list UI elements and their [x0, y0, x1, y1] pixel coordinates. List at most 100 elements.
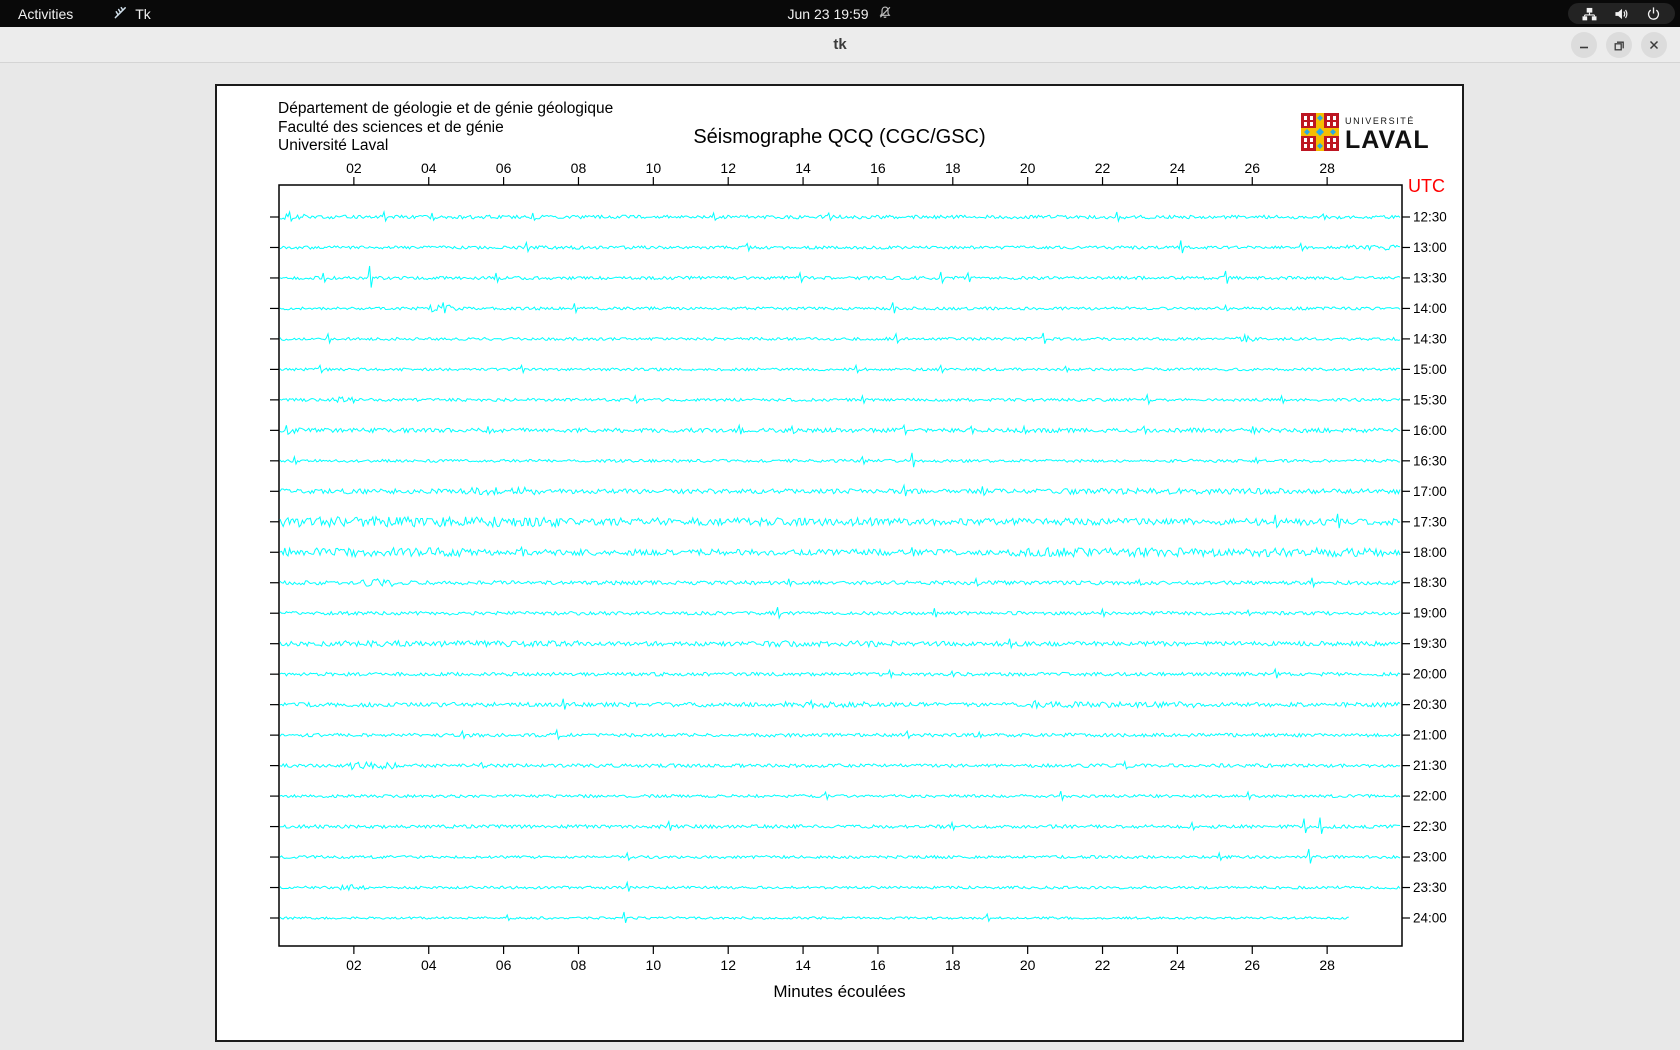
trace-row — [280, 266, 1400, 288]
trace-row — [280, 547, 1400, 556]
x-tick-label-bottom: 20 — [1020, 957, 1036, 973]
laval-shield-icon — [1301, 113, 1339, 156]
time-label: 12:30 — [1413, 210, 1447, 225]
trace-row — [280, 607, 1400, 618]
x-tick-label-bottom: 24 — [1170, 957, 1186, 973]
minimize-button[interactable] — [1571, 32, 1597, 58]
x-tick-label-bottom: 04 — [421, 957, 437, 973]
x-tick-label-top: 26 — [1244, 160, 1260, 176]
x-tick-label-top: 16 — [870, 160, 886, 176]
window-title: tk — [0, 27, 1680, 62]
time-label: 19:00 — [1413, 606, 1447, 621]
time-label: 20:30 — [1413, 697, 1447, 712]
time-label: 16:30 — [1413, 453, 1447, 468]
trace-row — [280, 514, 1400, 528]
x-tick-label-bottom: 28 — [1319, 957, 1335, 973]
x-tick-label-bottom: 22 — [1095, 957, 1111, 973]
trace-row — [280, 791, 1400, 800]
network-icon — [1582, 7, 1597, 21]
trace-row — [280, 849, 1400, 863]
trace-row — [280, 639, 1400, 648]
window-titlebar[interactable]: tk — [0, 27, 1680, 63]
x-tick-label-top: 10 — [646, 160, 662, 176]
time-label: 15:30 — [1413, 392, 1447, 407]
x-tick-label-top: 06 — [496, 160, 512, 176]
trace-row — [280, 395, 1400, 404]
utc-axis-label: UTC — [1408, 176, 1445, 196]
trace-row — [280, 578, 1400, 587]
x-tick-label-top: 28 — [1319, 160, 1335, 176]
time-label: 21:30 — [1413, 758, 1447, 773]
time-label: 24:00 — [1413, 911, 1447, 926]
x-tick-label-top: 24 — [1170, 160, 1186, 176]
x-tick-label-top: 22 — [1095, 160, 1111, 176]
plot-title: Séismographe QCQ (CGC/GSC) — [277, 126, 1402, 149]
x-tick-label-top: 02 — [346, 160, 362, 176]
trace-row — [280, 699, 1400, 710]
seismograph-canvas: 0202040406060808101012121414161618182020… — [215, 84, 1464, 1042]
trace-row — [280, 669, 1400, 678]
x-tick-label-top: 04 — [421, 160, 437, 176]
x-tick-label-bottom: 02 — [346, 957, 362, 973]
trace-row — [280, 241, 1400, 254]
focused-app-label: Tk — [135, 6, 151, 22]
plot-frame — [279, 185, 1402, 946]
time-label: 17:00 — [1413, 484, 1447, 499]
trace-row — [280, 453, 1400, 467]
time-label: 13:00 — [1413, 240, 1447, 255]
volume-icon — [1614, 7, 1629, 21]
x-tick-label-bottom: 08 — [571, 957, 587, 973]
time-label: 13:30 — [1413, 270, 1447, 285]
window-content: 0202040406060808101012121414161618182020… — [0, 63, 1680, 1050]
time-label: 14:00 — [1413, 301, 1447, 316]
time-label: 18:30 — [1413, 575, 1447, 590]
time-label: 15:00 — [1413, 362, 1447, 377]
trace-row — [280, 883, 1400, 892]
trace-row — [280, 425, 1400, 434]
activities-button[interactable]: Activities — [0, 0, 91, 27]
x-tick-label-bottom: 06 — [496, 957, 512, 973]
power-icon — [1646, 6, 1661, 21]
x-axis-title: Minutes écoulées — [277, 982, 1402, 1002]
x-tick-label-bottom: 16 — [870, 957, 886, 973]
trace-row — [280, 730, 1400, 739]
time-label: 23:30 — [1413, 880, 1447, 895]
desktop: Activities Tk Jun 23 19:59 — [0, 0, 1680, 1050]
trace-row — [280, 333, 1400, 344]
trace-row — [280, 212, 1400, 221]
tk-app-icon — [113, 5, 128, 23]
clock-label: Jun 23 19:59 — [788, 6, 869, 22]
time-label: 16:00 — [1413, 423, 1447, 438]
focused-app-indicator[interactable]: Tk — [113, 0, 151, 27]
x-tick-label-top: 12 — [720, 160, 736, 176]
time-label: 18:00 — [1413, 545, 1447, 560]
trace-row — [280, 485, 1400, 496]
header-line-1: Département de géologie et de génie géol… — [278, 100, 613, 119]
time-label: 14:30 — [1413, 331, 1447, 346]
x-tick-label-bottom: 14 — [795, 957, 811, 973]
close-button[interactable] — [1641, 32, 1667, 58]
time-label: 22:00 — [1413, 789, 1447, 804]
universite-laval-logo: UNIVERSITÉ LAVAL — [1301, 113, 1430, 156]
gnome-topbar: Activities Tk Jun 23 19:59 — [0, 0, 1680, 27]
trace-row — [280, 912, 1349, 923]
x-tick-label-top: 20 — [1020, 160, 1036, 176]
x-tick-label-top: 14 — [795, 160, 811, 176]
time-label: 23:00 — [1413, 850, 1447, 865]
clock-menu[interactable]: Jun 23 19:59 — [788, 0, 893, 27]
time-label: 21:00 — [1413, 728, 1447, 743]
trace-row — [280, 302, 1400, 313]
logo-wordmark-laval: LAVAL — [1345, 128, 1430, 153]
maximize-button[interactable] — [1606, 32, 1632, 58]
time-label: 22:30 — [1413, 819, 1447, 834]
x-tick-label-bottom: 12 — [720, 957, 736, 973]
x-tick-label-bottom: 10 — [646, 957, 662, 973]
time-label: 17:30 — [1413, 514, 1447, 529]
x-tick-label-top: 08 — [571, 160, 587, 176]
system-status-area[interactable] — [1568, 3, 1675, 24]
x-tick-label-bottom: 26 — [1244, 957, 1260, 973]
notifications-muted-icon — [877, 5, 892, 23]
time-label: 20:00 — [1413, 667, 1447, 682]
trace-row — [280, 762, 1400, 770]
x-tick-label-top: 18 — [945, 160, 961, 176]
